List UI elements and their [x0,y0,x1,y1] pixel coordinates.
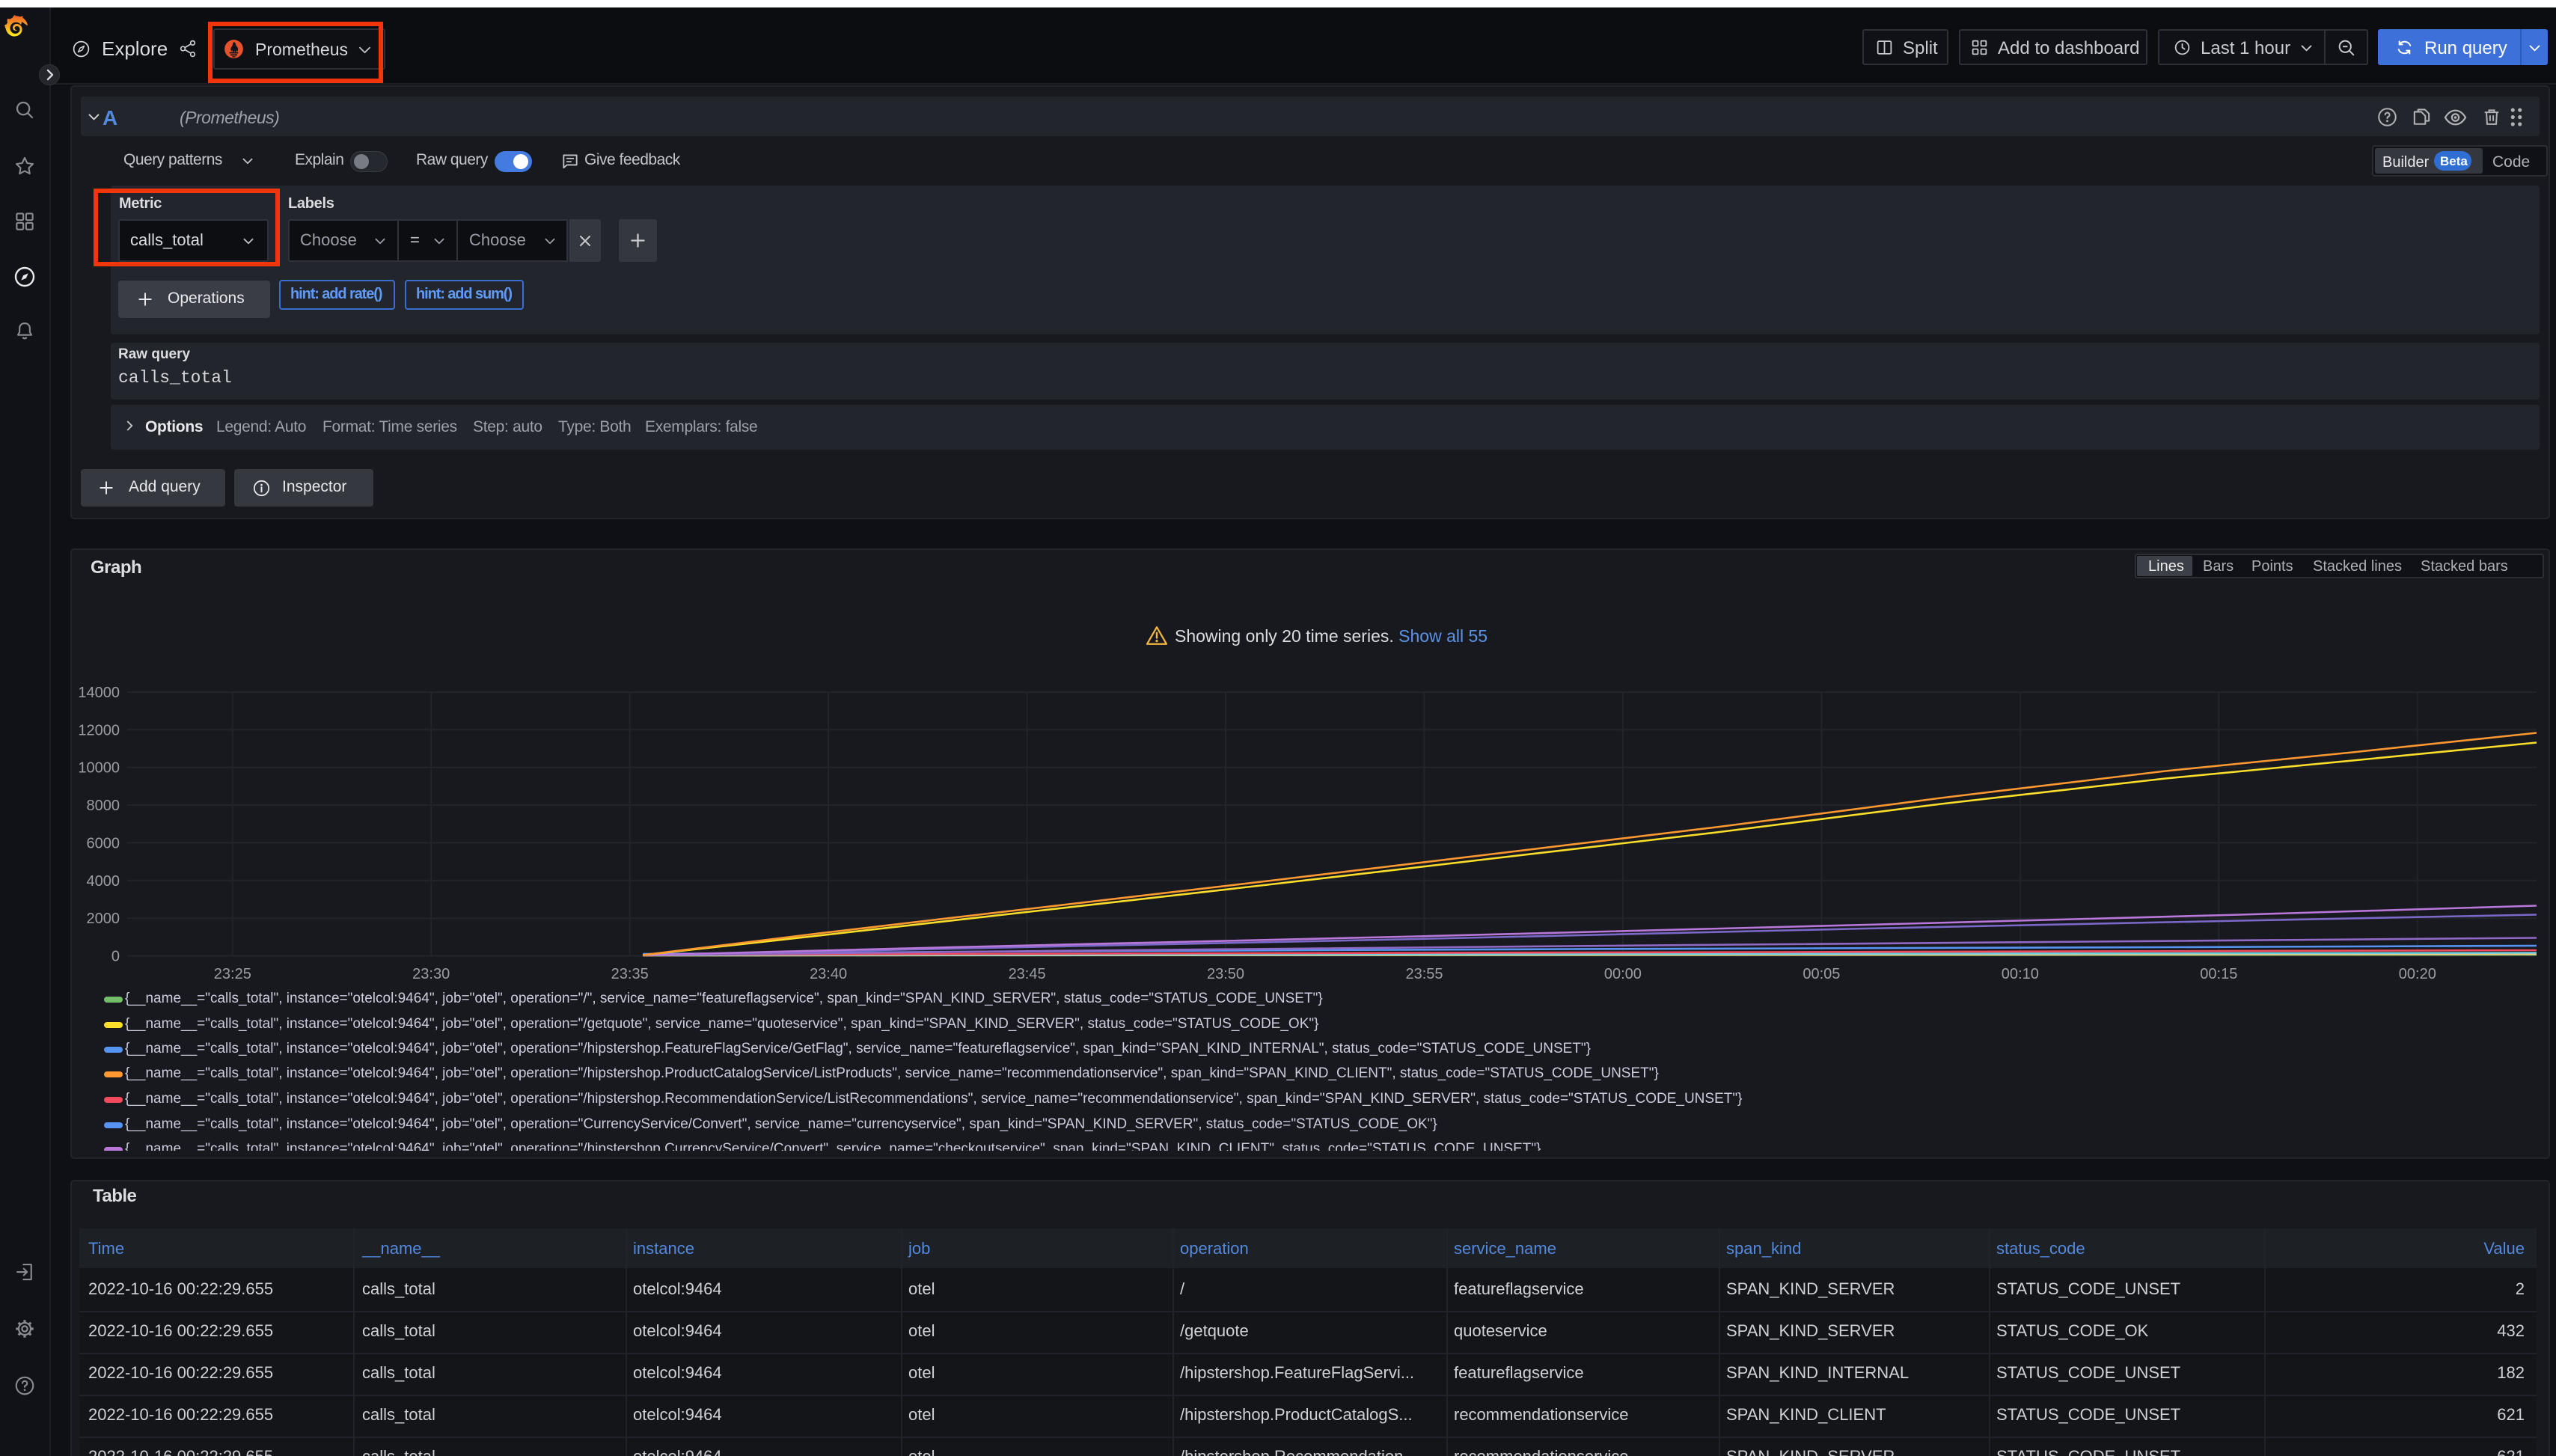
svg-text:00:10: 00:10 [2002,966,2039,982]
svg-text:00:05: 00:05 [1803,966,1840,982]
svg-text:0: 0 [111,949,120,965]
svg-text:00:20: 00:20 [2399,966,2436,982]
svg-text:8000: 8000 [87,798,120,814]
svg-text:4000: 4000 [87,873,120,890]
svg-text:23:25: 23:25 [214,966,251,982]
svg-text:10000: 10000 [78,760,120,777]
svg-text:2000: 2000 [87,911,120,927]
svg-text:23:35: 23:35 [611,966,649,982]
svg-text:23:40: 23:40 [810,966,847,982]
svg-text:6000: 6000 [87,835,120,851]
svg-text:12000: 12000 [78,722,120,738]
svg-text:23:45: 23:45 [1009,966,1046,982]
svg-text:00:15: 00:15 [2200,966,2237,982]
svg-text:14000: 14000 [78,685,120,701]
svg-text:23:30: 23:30 [412,966,450,982]
svg-text:00:00: 00:00 [1604,966,1642,982]
svg-text:23:55: 23:55 [1405,966,1443,982]
svg-text:23:50: 23:50 [1207,966,1244,982]
